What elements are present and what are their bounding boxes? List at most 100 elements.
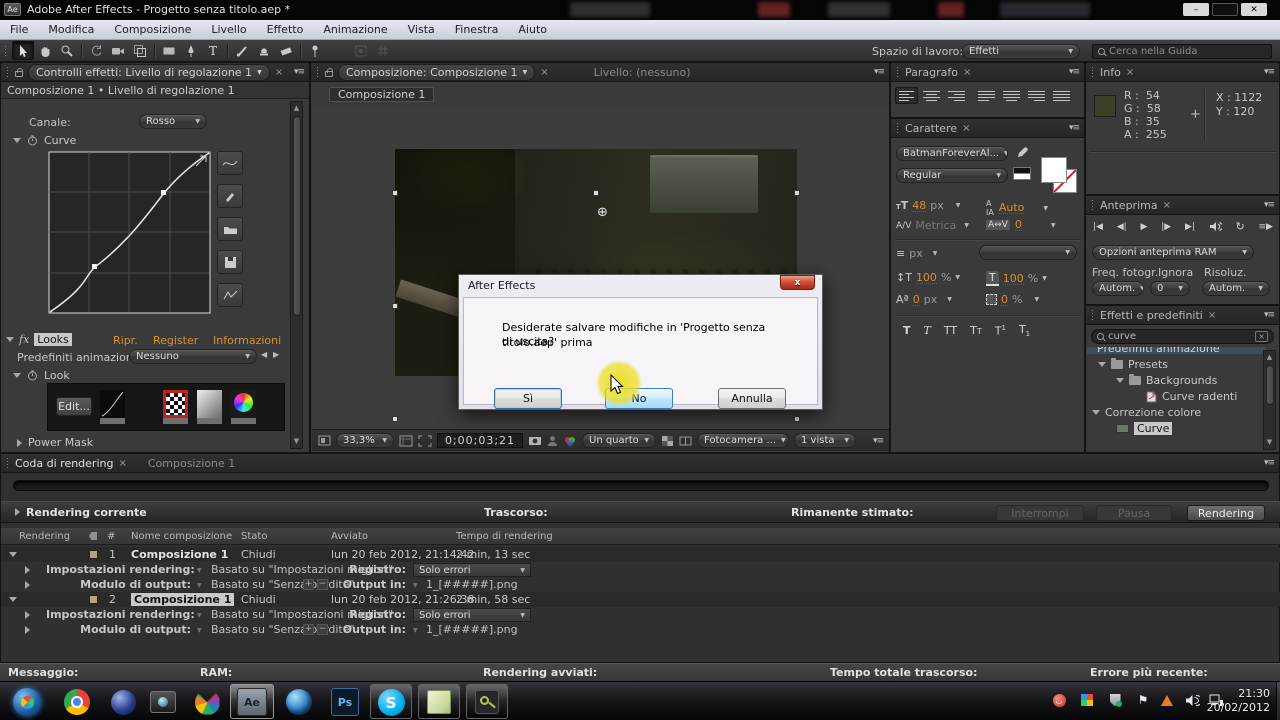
look-edit-button[interactable]: Edit... [56, 397, 92, 416]
look-property-row[interactable]: Look [13, 369, 70, 382]
tab-render-queue[interactable]: Coda di rendering [15, 457, 113, 470]
subscript-button[interactable]: T1 [1019, 323, 1030, 338]
taskbar-notes-app[interactable] [418, 684, 460, 719]
workspace-dropdown[interactable]: Effetti [962, 44, 1080, 59]
curve-pencil-button[interactable] [217, 184, 243, 208]
chevron-down-icon[interactable]: ▼ [197, 582, 202, 589]
col-status[interactable]: Stato [241, 531, 267, 542]
output-to-value[interactable]: 1_[#####].png [426, 623, 518, 636]
tab-paragraph[interactable]: Paragrafo [905, 66, 958, 79]
anchor-point-icon[interactable]: ⊕ [597, 205, 608, 220]
transparency-grid-icon[interactable] [661, 435, 674, 447]
item-comp-name-selected[interactable]: Composizione 1 [131, 593, 235, 606]
tray-security-shield-icon[interactable] [1108, 693, 1122, 707]
tray-action-center-flag-icon[interactable]: ⚑ [1136, 692, 1150, 708]
panel-menu-icon[interactable]: ▾≡ [1264, 458, 1275, 468]
tab-effect-controls[interactable]: Controlli effetti: Livello di regolazion… [28, 63, 270, 81]
comp-mini-tab[interactable]: Composizione 1 [329, 87, 435, 102]
timecode-display[interactable]: 0;00;03;21 [437, 433, 523, 448]
justify-last-right-button[interactable] [1025, 87, 1048, 104]
tree-item-backgrounds[interactable]: Backgrounds [1116, 374, 1217, 387]
black-white-swatch[interactable] [1013, 167, 1031, 180]
vertical-scale-value[interactable]: 100 [915, 272, 937, 284]
tree-item-color-correction[interactable]: Correzione colore [1092, 406, 1201, 419]
tab-composition-1[interactable]: Composizione 1 [148, 457, 235, 470]
chevron-down-icon[interactable]: ▼ [964, 222, 969, 229]
looks-register-link[interactable]: Register [153, 334, 198, 347]
menu-file[interactable]: File [0, 20, 38, 39]
close-tab-icon[interactable]: × [275, 67, 283, 78]
taskbar-pinwheel-app[interactable] [192, 687, 222, 717]
panel-menu-icon[interactable]: ▾≡ [1069, 67, 1080, 77]
chevron-down-icon[interactable]: ▼ [197, 612, 202, 619]
remove-output-icon[interactable]: − [317, 624, 328, 635]
effects-tree-scrollbar[interactable]: ▲ ▼ [1263, 350, 1276, 450]
pause-button[interactable]: Pausa [1096, 505, 1172, 521]
chevron-down-icon[interactable]: ▼ [197, 627, 202, 634]
start-button[interactable] [12, 687, 42, 717]
log-dropdown[interactable]: Solo errori [413, 608, 531, 622]
skip-dropdown[interactable]: 0 [1150, 281, 1190, 296]
selection-handle[interactable] [392, 303, 398, 309]
col-render-time[interactable]: Tempo di rendering [456, 531, 553, 542]
show-desktop-button[interactable] [1276, 682, 1280, 720]
power-mask-row[interactable]: Power Mask [17, 436, 93, 449]
rotate-tool[interactable] [85, 41, 107, 60]
close-tab-icon[interactable]: × [962, 123, 970, 134]
leading-dropdown[interactable] [979, 245, 1077, 260]
tray-utorrent-icon[interactable]: ◡ [1052, 693, 1066, 707]
close-tab-icon[interactable]: × [1163, 200, 1171, 211]
tab-info[interactable]: Info [1100, 66, 1121, 79]
taskbar-globe-app[interactable] [284, 687, 314, 717]
last-frame-icon[interactable]: ▶| [1185, 222, 1195, 232]
ram-preview-icon[interactable]: ≡▶ [1258, 222, 1272, 232]
clear-search-icon[interactable]: × [1255, 331, 1268, 342]
queue-item-row[interactable]: 1 Composizione 1 Chiudi lun 20 feb 2012,… [1, 547, 1280, 562]
align-right-button[interactable] [945, 87, 968, 104]
expander-open-icon[interactable] [1116, 378, 1124, 383]
kerning-value[interactable]: Auto [998, 202, 1025, 214]
animation-preset-dropdown[interactable]: Nessuno [129, 349, 257, 364]
first-frame-icon[interactable]: |◀ [1093, 222, 1103, 232]
remove-output-icon[interactable]: − [317, 579, 328, 590]
snapshot-icon[interactable] [528, 435, 542, 446]
effect-controls-scrollbar[interactable]: ▲ ▼ [290, 101, 303, 449]
dialog-close-button[interactable]: x [780, 275, 815, 290]
justify-all-button[interactable] [1050, 87, 1073, 104]
selection-handle[interactable] [794, 416, 800, 422]
justify-last-left-button[interactable] [975, 87, 998, 104]
chevron-down-icon[interactable]: ▼ [1051, 222, 1056, 229]
help-search-input[interactable] [1109, 46, 1266, 57]
minimize-button[interactable]: – [1183, 3, 1209, 16]
look-thumbnail-gradient[interactable] [196, 389, 223, 425]
tray-suite-icon[interactable] [1080, 693, 1094, 707]
expander-open-icon[interactable] [9, 552, 17, 557]
chevron-down-icon[interactable]: ▼ [956, 202, 961, 209]
looks-effect-row[interactable]: fx Looks [6, 333, 72, 346]
looks-info-link[interactable]: Informazioni [213, 334, 281, 347]
scroll-up-icon[interactable]: ▲ [1264, 352, 1275, 363]
dialog-yes-button[interactable]: Sì [494, 388, 562, 409]
camera-view-dropdown[interactable]: Fotocamera ... [697, 433, 789, 448]
always-preview-icon[interactable] [318, 435, 331, 446]
selection-handle[interactable] [593, 190, 599, 196]
col-rendering[interactable]: Rendering [19, 531, 70, 542]
close-tab-icon[interactable]: × [118, 458, 126, 469]
type-tool[interactable]: T [202, 41, 224, 60]
scroll-up-icon[interactable]: ▲ [291, 103, 302, 114]
expander-closed-icon[interactable] [17, 438, 22, 447]
lock-icon[interactable] [325, 67, 333, 77]
render-button[interactable]: Rendering [1187, 505, 1265, 521]
log-dropdown[interactable]: Solo errori [413, 563, 531, 577]
superscript-button[interactable]: T1 [995, 324, 1006, 338]
menu-vista[interactable]: Vista [398, 20, 445, 39]
pixel-aspect-icon[interactable] [679, 435, 692, 447]
puppet-pin-tool[interactable] [304, 41, 326, 60]
faux-italic-button[interactable]: T [924, 324, 931, 337]
close-tab-icon[interactable]: × [963, 67, 971, 78]
col-number[interactable]: # [107, 531, 115, 542]
safe-margins-icon[interactable] [399, 435, 413, 447]
output-to-value[interactable]: 1_[#####].png [426, 578, 518, 591]
align-left-button[interactable] [895, 87, 918, 104]
chevron-down-icon[interactable]: ▼ [197, 567, 202, 574]
